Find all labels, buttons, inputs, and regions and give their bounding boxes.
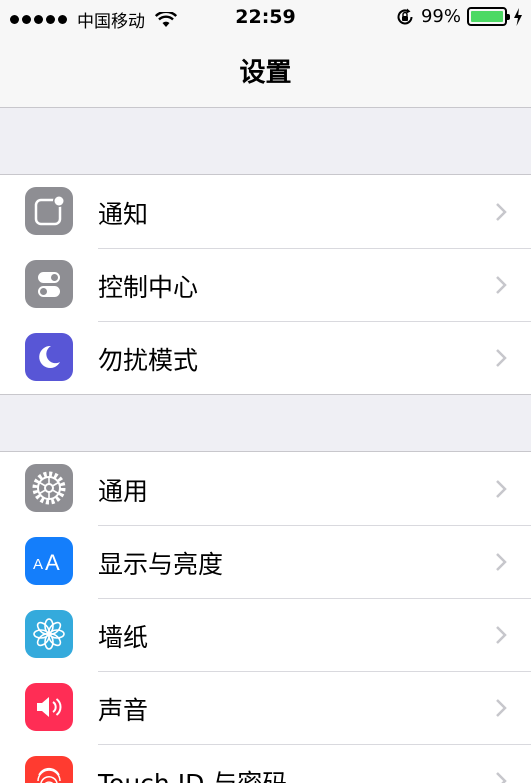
row-label: 通知 [98,200,149,229]
settings-row-do-not-disturb[interactable]: 勿扰模式 [0,321,531,394]
page-title: 设置 [239,58,292,88]
row-label: 控制中心 [98,273,199,302]
status-bar: 中国移动 22:59 99% [0,0,531,36]
rotation-lock-icon [397,8,413,24]
battery-level-fill [471,11,503,22]
settings-row-notifications[interactable]: 通知 [0,175,531,248]
chevron-right-icon [496,480,507,498]
row-label: 显示与亮度 [98,550,224,579]
row-label: Touch ID 与密码 [98,764,287,783]
moon-icon [25,333,73,381]
speaker-icon [25,683,73,731]
battery-icon [467,7,510,26]
row-label: 声音 [98,696,149,725]
gear-icon [25,464,73,512]
fingerprint-icon [25,756,73,783]
chevron-right-icon [496,699,507,717]
svg-text:A: A [45,550,60,575]
chevron-right-icon [496,772,507,783]
chevron-right-icon [496,276,507,294]
row-label: 通用 [98,477,149,506]
wallpaper-flower-icon [25,610,73,658]
settings-group-2: 通用 A A 显示与亮度 墙纸 声音 [0,451,531,783]
row-label: 墙纸 [98,623,149,652]
row-label: 勿扰模式 [98,346,199,375]
notifications-icon [25,187,73,235]
battery-percentage: 99% [420,6,461,27]
settings-group-1: 通知 控制中心 勿扰模式 [0,174,531,395]
signal-strength-icon [10,15,67,24]
settings-row-control-center[interactable]: 控制中心 [0,248,531,321]
chevron-right-icon [496,349,507,367]
charging-bolt-icon [514,7,522,26]
chevron-right-icon [496,626,507,644]
svg-text:A: A [33,556,43,573]
display-brightness-icon: A A [25,537,73,585]
carrier-name: 中国移动 [77,12,145,32]
settings-row-display-brightness[interactable]: A A 显示与亮度 [0,525,531,598]
chevron-right-icon [496,553,507,571]
chevron-right-icon [496,203,507,221]
settings-row-touch-id-passcode[interactable]: Touch ID 与密码 [0,744,531,783]
control-center-icon [25,260,73,308]
settings-row-general[interactable]: 通用 [0,452,531,525]
settings-row-sounds[interactable]: 声音 [0,671,531,744]
settings-row-wallpaper[interactable]: 墙纸 [0,598,531,671]
wifi-icon [155,11,177,27]
navigation-bar: 设置 [0,36,531,108]
